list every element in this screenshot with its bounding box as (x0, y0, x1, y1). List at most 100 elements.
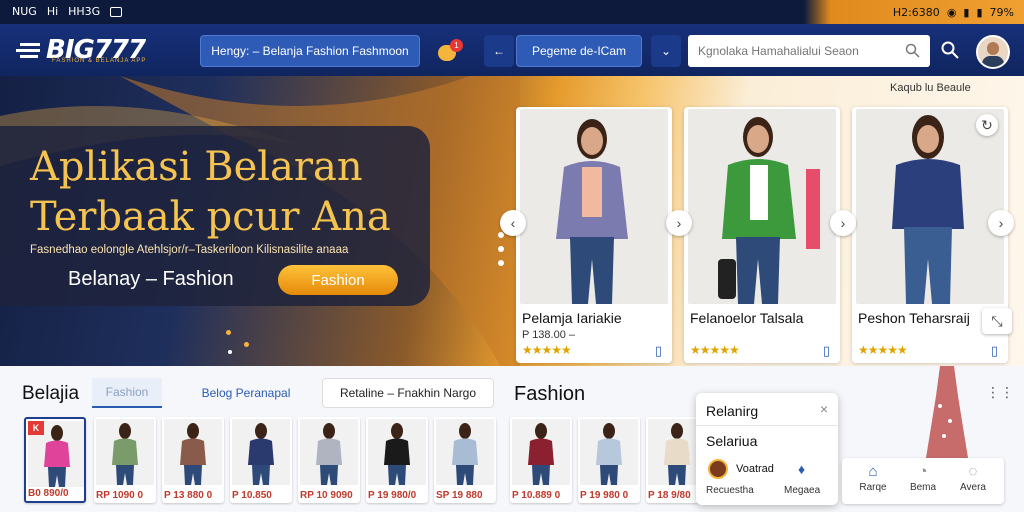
nav-message-label: Avera (960, 482, 986, 493)
thumbnail-price: RP 10 9090 (300, 490, 353, 501)
signal-icon: ▮ (963, 5, 970, 19)
popup-title: Relanirg (706, 403, 759, 419)
nav-home[interactable]: ⌂ Rarqe (848, 462, 898, 493)
popup-subtitle: Selariua (706, 433, 758, 449)
status-bar: NUG Hi HH3G H2:6380 ◉ ▮ ▮ 79% (0, 0, 1024, 24)
status-network: HH3G (68, 5, 101, 18)
thumbnail-image (232, 419, 290, 485)
thumbnail-figure (384, 423, 410, 485)
rating-stars: ★★★★★ (522, 343, 572, 357)
carousel-next-button[interactable]: › (830, 210, 856, 236)
model-figure (718, 117, 820, 304)
hero-pagination (498, 232, 506, 292)
product-thumbnail[interactable]: P 19 980/0 (366, 417, 428, 503)
secondary-nav-button[interactable]: Pegeme de-ICam (516, 35, 642, 67)
home-icon: ⌂ (868, 463, 878, 480)
message-icon: ◌ (968, 463, 978, 480)
thumbnail-figure (452, 423, 478, 485)
thumbnail-image (300, 419, 358, 485)
nav-chat[interactable]: ◔ Bema (898, 462, 948, 493)
avatar[interactable] (976, 35, 1010, 69)
product-thumbnail[interactable]: RP 10 9090 (298, 417, 360, 503)
product-price: P 138.00 – (522, 329, 576, 341)
product-thumbnail[interactable]: P 10.889 0 (510, 417, 572, 503)
nav-home-label: Rarqe (859, 482, 887, 493)
dropdown-button[interactable]: ⌄ (651, 35, 681, 67)
page-dot[interactable] (498, 260, 504, 266)
thumbnail-figure (248, 423, 274, 485)
rating-stars: ★★★★★ (690, 343, 740, 357)
product-card[interactable]: Felanoelor Talsala ★★★★★ ▯ (684, 107, 840, 363)
search-input[interactable] (698, 44, 898, 58)
more-icon[interactable]: ⋮⋮ (986, 384, 1014, 401)
thumbnail-image (96, 419, 154, 485)
refresh-icon: ↻ (981, 116, 993, 133)
thumbnail-price: B0 890/0 (28, 488, 69, 499)
fashion-title: Fashion (514, 383, 586, 405)
tab-belog[interactable]: Belog Peranapal (186, 378, 306, 408)
avatar-body (982, 56, 1004, 67)
bag-icon[interactable]: ▯ (991, 343, 998, 359)
hero-fashion-button[interactable]: Fashion (278, 265, 398, 295)
hero-label: Belanay – Fashion (68, 268, 234, 290)
thumbnail-figure (596, 423, 622, 485)
carousel-next-button[interactable]: › (666, 210, 692, 236)
search-button-icon[interactable] (941, 41, 959, 59)
avatar-head (987, 42, 999, 55)
page-dot[interactable] (498, 232, 504, 238)
popup-label-left[interactable]: Recuestha (706, 485, 754, 496)
logo-tagline: FASHION & BELANJA APP (52, 58, 147, 64)
cart-button[interactable]: 1 (436, 37, 463, 65)
search-icon[interactable] (905, 43, 920, 58)
thumbnail-price: P 10.850 (232, 490, 272, 501)
product-thumbnail[interactable]: SP 19 880 (434, 417, 496, 503)
dress-figure (926, 366, 968, 458)
battery-icon: ▮ (976, 5, 983, 19)
thumbnail-image (580, 419, 638, 485)
hero-title-line1: Aplikasi Belaran (30, 144, 363, 190)
search-bar[interactable] (688, 35, 930, 67)
product-thumbnail[interactable]: RP 1090 0 (94, 417, 156, 503)
back-button[interactable]: ← (484, 35, 514, 67)
chevron-left-icon: ‹ (510, 215, 516, 231)
model-figure (892, 115, 964, 304)
hero-title-line2: Terbaak pcur Ana (30, 194, 391, 240)
product-name: Peshon Teharsraij (858, 310, 970, 326)
carousel-prev-button[interactable]: ‹ (500, 210, 526, 236)
carousel-next-button[interactable]: › (988, 210, 1014, 236)
popup-label-right[interactable]: Megaea (784, 485, 820, 496)
bag-icon[interactable]: ▯ (823, 343, 830, 359)
thumbnail-image (512, 419, 570, 485)
bag-icon[interactable]: ▯ (655, 343, 662, 359)
product-thumbnail[interactable]: P 19 980 0 (578, 417, 640, 503)
chevron-right-icon: › (676, 215, 682, 231)
page-dot[interactable] (498, 246, 504, 252)
chevron-right-icon: › (840, 215, 846, 231)
status-time: H2:6380 (892, 5, 940, 19)
product-card[interactable]: Pelamja Iariakie P 138.00 – ★★★★★ ▯ (516, 107, 672, 363)
decor-dot (228, 350, 232, 354)
popup-user-name: Voatrad (736, 463, 774, 475)
wifi-icon: ◉ (946, 5, 957, 19)
product-image (856, 109, 1004, 304)
status-signal: Hi (46, 5, 59, 18)
dress-image[interactable] (920, 366, 972, 458)
hero-title: Aplikasi Belaran Terbaak pcur Ana (30, 142, 430, 242)
thumbnail-figure (528, 423, 554, 485)
hero-corner-label: Kaqub lu Beaule (890, 82, 971, 94)
category-button[interactable]: Hengy: – Belanja Fashion Fashmoon (200, 35, 420, 67)
refresh-button[interactable]: ↻ (976, 114, 998, 136)
product-thumbnail[interactable]: P 10.850 (230, 417, 292, 503)
expand-button[interactable]: ⤡ (982, 308, 1012, 334)
tab-retaline[interactable]: Retaline – Fnakhin Nargo (322, 378, 494, 408)
gallery-icon (110, 6, 123, 17)
product-thumbnail[interactable]: P 13 880 0 (162, 417, 224, 503)
close-icon[interactable]: × (820, 401, 828, 417)
decor-dots (226, 330, 286, 360)
nav-message[interactable]: ◌ Avera (948, 462, 998, 493)
status-carrier: NUG (12, 5, 37, 18)
hero-subtitle: Fasnedhao eolongle Atehlsjor/r–Taskerilo… (30, 244, 349, 256)
tab-fashion[interactable]: Fashion (92, 378, 162, 408)
product-image (520, 109, 668, 304)
product-thumbnail[interactable]: B0 890/0 K (24, 417, 86, 503)
